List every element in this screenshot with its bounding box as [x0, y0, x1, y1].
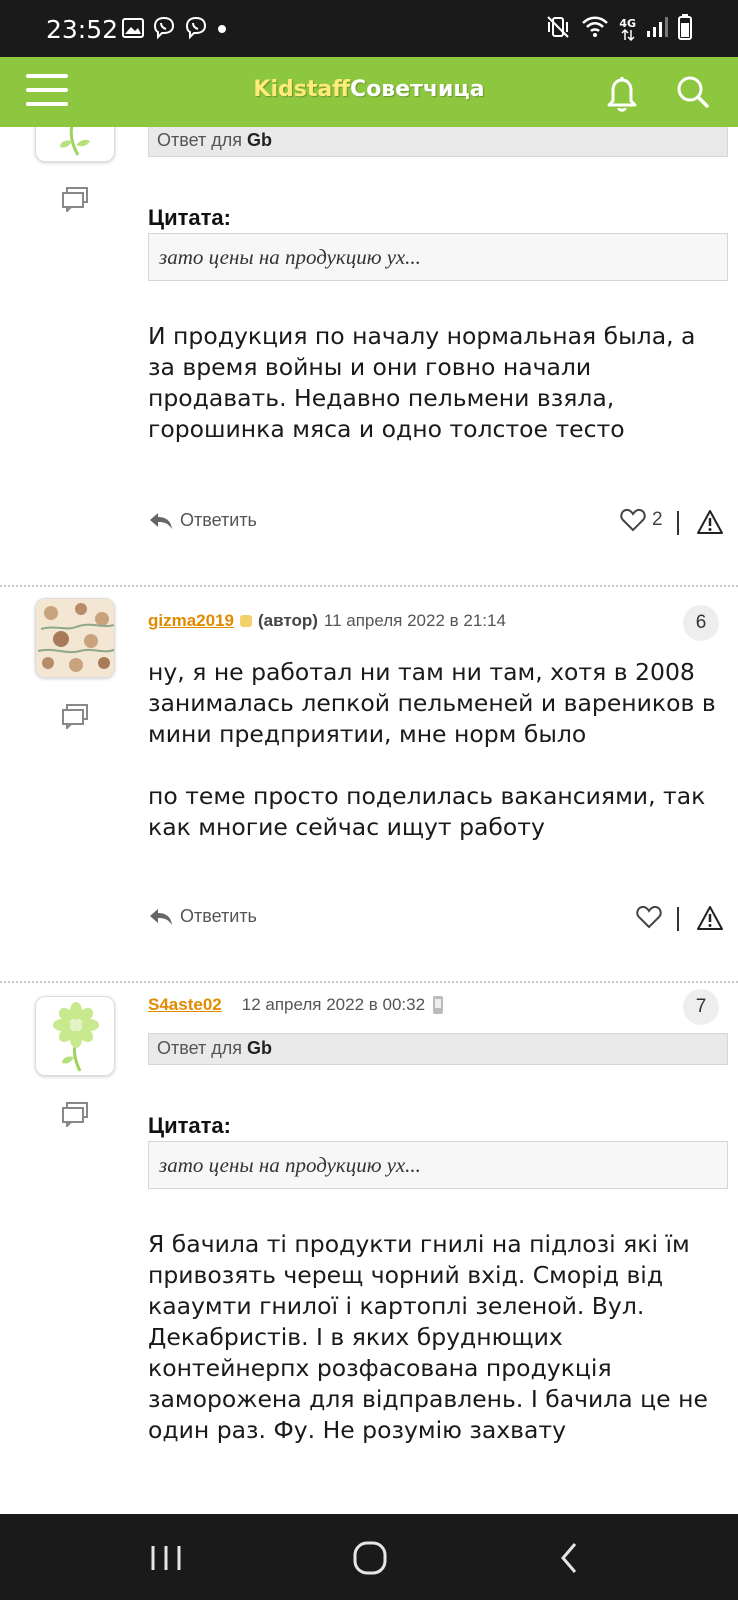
like-button[interactable]: 2 [620, 508, 663, 532]
comment-icon [62, 704, 88, 731]
comment-item: S4aste02 12 апреля 2022 в 00:32 7 Ответ … [0, 983, 738, 1514]
comments-list: Ответ для Gb Цитата: зато цены на продук… [0, 127, 738, 1514]
avatar[interactable] [35, 996, 115, 1076]
comment-icon [62, 187, 88, 214]
comment-item: gizma2019 (автор) 11 апреля 2022 в 21:14… [0, 587, 738, 983]
viber-icon [184, 16, 208, 45]
reply-to-user[interactable]: Gb [247, 130, 272, 150]
comment-number: 6 [683, 605, 719, 641]
reply-label: Ответить [180, 906, 257, 926]
bell-icon [607, 77, 637, 112]
comment-meta: gizma2019 (автор) 11 апреля 2022 в 21:14 [148, 611, 506, 631]
report-button[interactable] [696, 509, 724, 535]
search-icon [677, 76, 709, 108]
comment-body: ну, я не работал ни там ни там, хотя в 2… [148, 658, 716, 841]
like-button[interactable] [636, 905, 662, 929]
reply-button[interactable]: Ответить [148, 510, 257, 531]
network-4g-icon: 4G [619, 18, 636, 41]
author-tag: (автор) [258, 611, 318, 630]
quote-text: зато цены на продукцию ух... [148, 1141, 728, 1189]
reply-label: Ответить [180, 510, 257, 530]
comment-item: Ответ для Gb Цитата: зато цены на продук… [0, 127, 738, 587]
separator [677, 511, 679, 535]
signal-icon [646, 16, 668, 43]
comment-date: 12 апреля 2022 в 00:32 [241, 995, 426, 1014]
vibrate-mute-icon [545, 14, 571, 45]
wifi-icon [581, 15, 609, 44]
quote-reply-button[interactable] [61, 186, 89, 214]
reply-to-user[interactable]: Gb [247, 1038, 272, 1058]
pattern-avatar-icon [36, 599, 114, 677]
reply-to-banner: Ответ для Gb [148, 127, 728, 157]
quote-label: Цитата: [148, 1113, 231, 1138]
comment-icon [62, 1102, 88, 1129]
viber-icon [152, 16, 176, 45]
system-nav-bar [0, 1514, 738, 1600]
network-label: 4G [619, 17, 636, 30]
avatar[interactable] [35, 598, 115, 678]
status-notification-icons [122, 16, 228, 45]
mobile-phone-icon [433, 996, 444, 1014]
back-button[interactable] [549, 1536, 593, 1580]
flower-avatar-icon [60, 127, 90, 156]
image-icon [122, 18, 144, 43]
warning-icon [697, 906, 723, 930]
comment-body: Я бачила ті продукти гнилі на підлозі як… [148, 1230, 708, 1444]
quote-text: зато цены на продукцию ух... [148, 233, 728, 281]
comment-meta: S4aste02 12 апреля 2022 в 00:32 [148, 995, 445, 1015]
reply-button[interactable]: Ответить [148, 906, 257, 927]
status-system-icons: 4G [545, 14, 692, 45]
quote-label: Цитата: [148, 205, 231, 230]
recent-apps-button[interactable] [144, 1536, 188, 1580]
reply-arrow-icon [150, 512, 172, 529]
brand-sovetchitsa: Советчица [350, 77, 485, 102]
search-button[interactable] [670, 69, 716, 115]
reply-to-prefix: Ответ для [157, 1038, 243, 1058]
heart-icon [636, 905, 662, 929]
dot-icon [216, 22, 228, 40]
status-time: 23:52 [46, 15, 119, 44]
comment-number: 7 [683, 989, 719, 1025]
reply-to-banner: Ответ для Gb [148, 1033, 728, 1065]
quote-reply-button[interactable] [61, 703, 89, 731]
username[interactable]: S4aste02 [148, 995, 222, 1015]
home-icon [353, 1541, 387, 1575]
comment-date: 11 апреля 2022 в 21:14 [323, 611, 506, 630]
username[interactable]: gizma2019 [148, 611, 234, 631]
quote-reply-button[interactable] [61, 1101, 89, 1129]
report-button[interactable] [696, 905, 724, 931]
reply-to-prefix: Ответ для [157, 130, 243, 150]
app-header: KidstaffСоветчица [0, 57, 738, 127]
warning-icon [697, 510, 723, 534]
status-badge [240, 615, 252, 627]
avatar[interactable] [35, 127, 115, 162]
comment-body: И продукция по началу нормальная была, а… [148, 322, 696, 443]
separator [677, 907, 679, 931]
status-bar: 23:52 4G [0, 0, 738, 57]
home-button[interactable] [349, 1536, 393, 1580]
brand-kidstaff: Kidstaff [253, 77, 351, 102]
battery-icon [678, 14, 692, 45]
recent-apps-icon [151, 1546, 181, 1570]
like-count: 2 [652, 509, 663, 530]
notifications-button[interactable] [599, 69, 645, 115]
heart-icon [620, 508, 646, 532]
reply-arrow-icon [150, 908, 172, 925]
back-icon [561, 1543, 577, 1573]
flower-avatar-icon [53, 1002, 99, 1072]
